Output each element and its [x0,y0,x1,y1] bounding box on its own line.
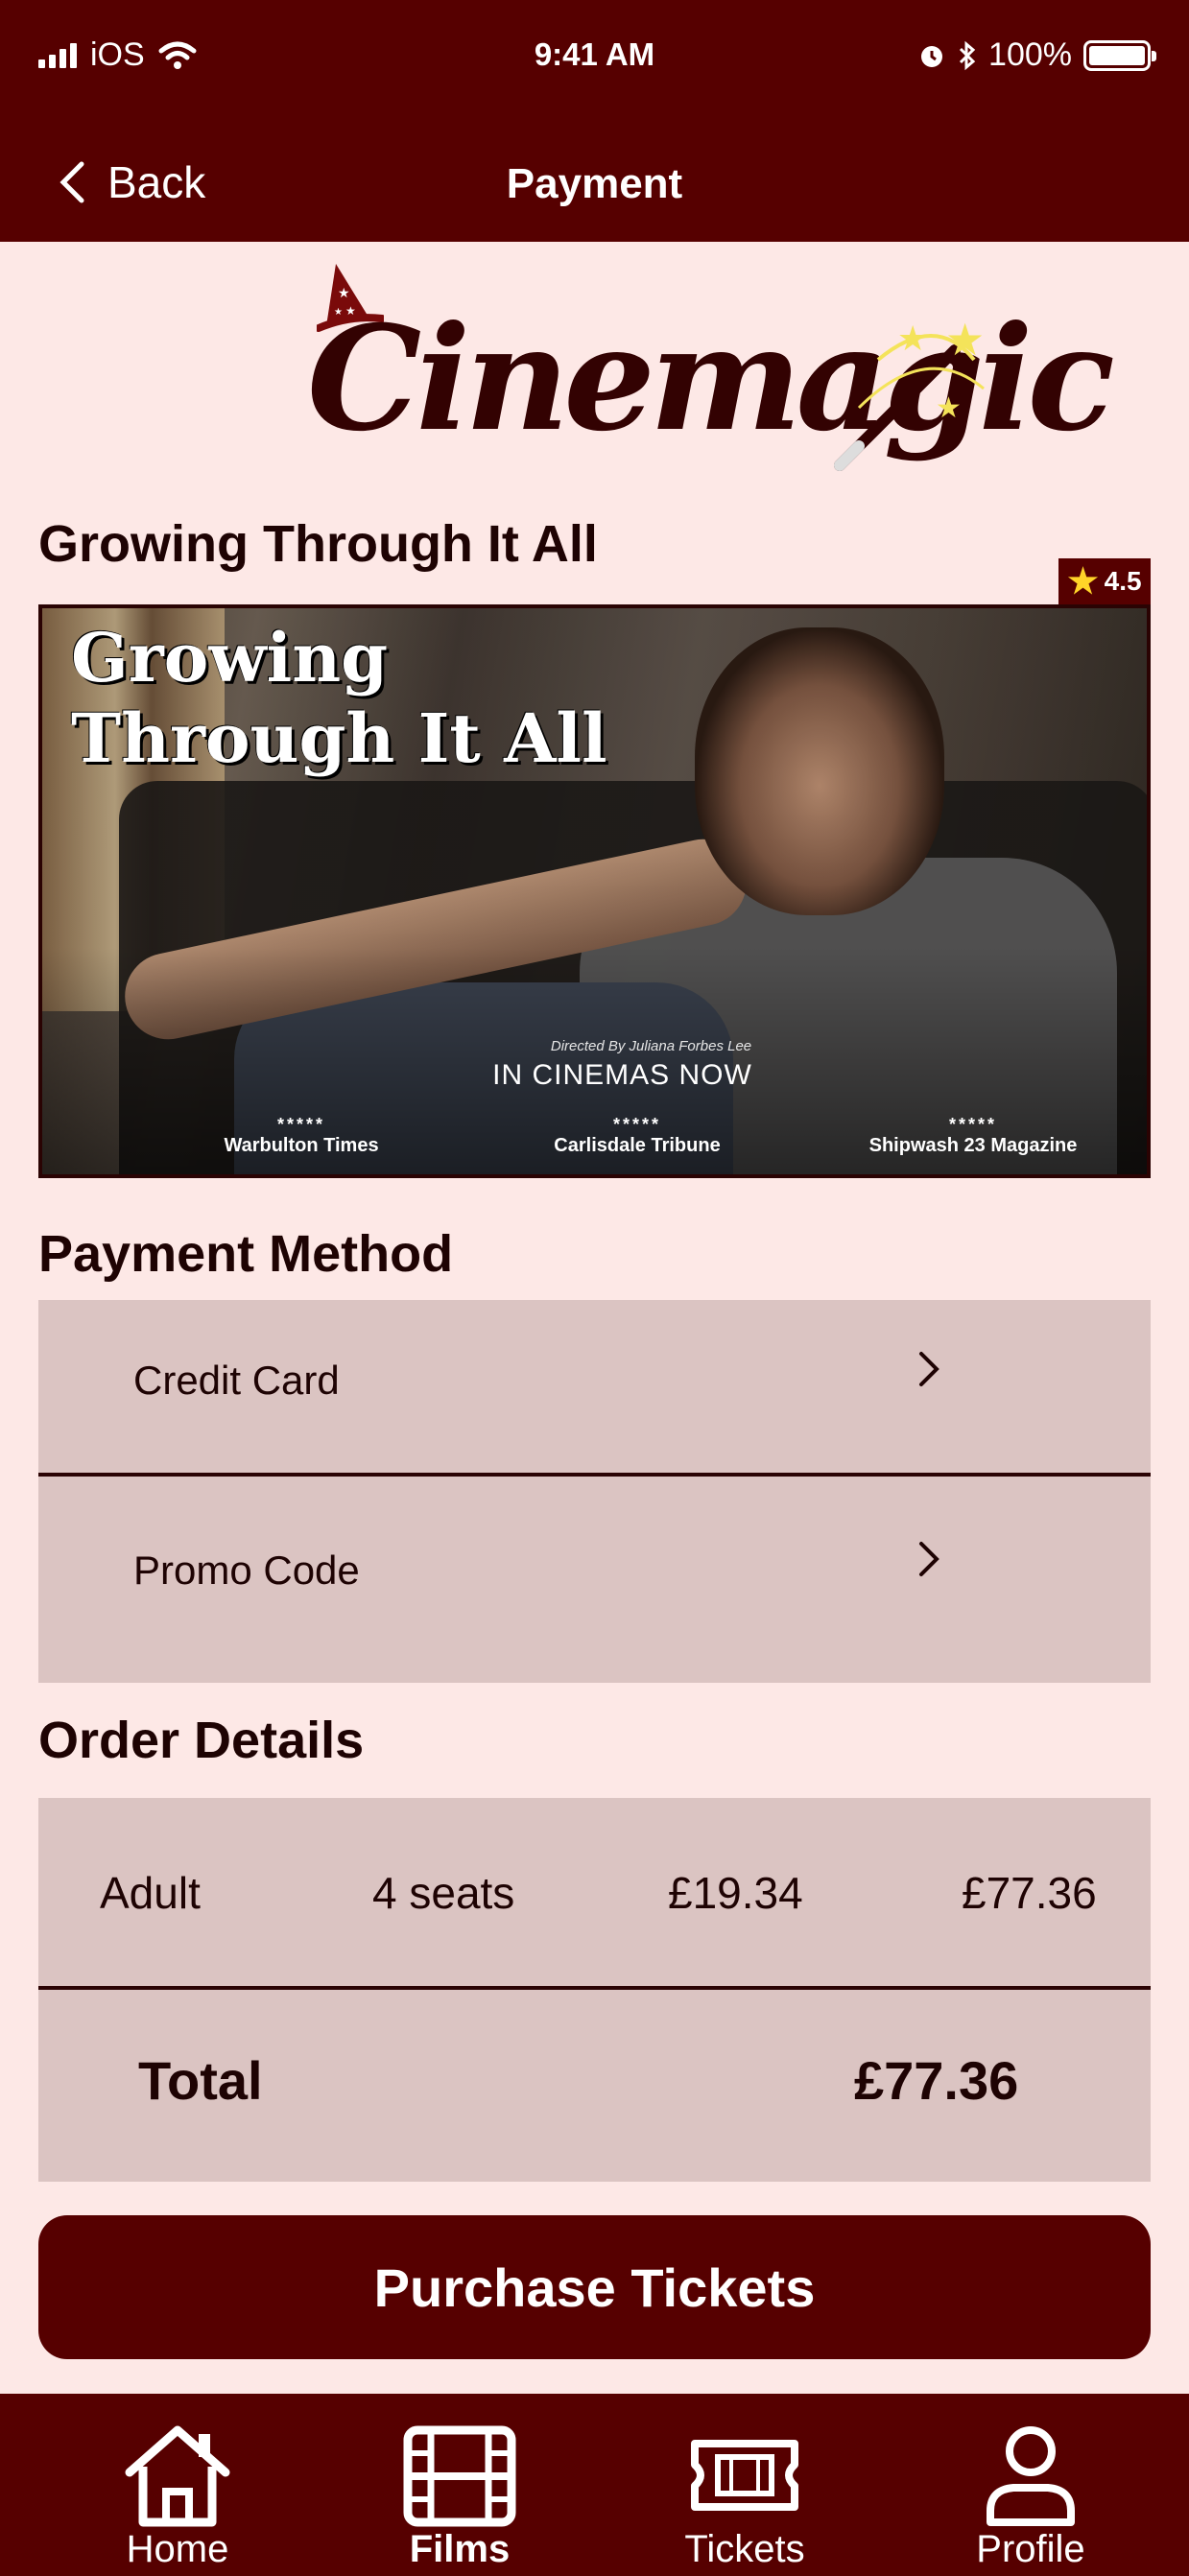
credit-card-option[interactable]: Credit Card [38,1300,1151,1473]
tab-label: Profile [976,2528,1085,2570]
battery-icon [1083,39,1156,71]
payment-method-heading: Payment Method [38,1225,454,1283]
cinemagic-logo: ★ ★ ★ Cinemagic ★ ★ ★ [297,254,1115,494]
tab-tickets[interactable]: Tickets [601,2394,889,2576]
profile-icon [987,2426,1075,2526]
total-value: £77.36 [854,2050,1019,2111]
tab-label: Tickets [684,2528,805,2570]
tab-label: Home [126,2528,229,2570]
line-subtotal: £77.36 [962,1868,1097,1918]
home-icon [125,2425,230,2527]
review-source: Carlisdale Tribune [554,1135,721,1156]
film-poster: Growing Through It All Directed By Julia… [38,604,1151,1178]
film-title: Growing Through It All [38,515,598,573]
review-stars: ***** [948,1115,998,1134]
alarm-icon [921,45,943,67]
order-details-panel: Adult 4 seats £19.34 £77.36 Total £77.36 [38,1798,1151,2182]
review-stars: ***** [612,1115,662,1134]
star-icon: ★ [1067,561,1099,601]
poster-review: ***** Warbulton Times [157,1115,445,1157]
bluetooth-icon [959,40,976,70]
status-bar: iOS 9:41 AM 100% [0,0,1189,120]
divider [38,1986,1151,1990]
tab-label: Films [409,2528,511,2570]
tab-bar: Home Films Tickets Profile [0,2394,1189,2576]
seat-count: 4 seats [372,1868,515,1918]
poster-title-line1: Growing [71,618,389,697]
rating-value: 4.5 [1104,566,1142,596]
svg-text:★: ★ [936,392,962,424]
status-right: 100% [917,36,1156,74]
order-details-heading: Order Details [38,1712,365,1769]
ticket-type: Adult [100,1868,201,1918]
battery-percentage: 100% [988,36,1072,73]
poster-review: ***** Shipwash 23 Magazine [810,1115,1136,1157]
option-label: Credit Card [133,1358,340,1403]
poster-review: ***** Carlisdale Tribune [493,1115,781,1157]
page-title: Payment [506,160,683,207]
payment-method-panel: Credit Card Promo Code [38,1300,1151,1683]
chevron-right-icon [919,1542,939,1576]
review-source: Warbulton Times [224,1135,379,1156]
rating-badge: ★ 4.5 [1058,558,1151,604]
film-icon [403,2425,516,2527]
poster-title-line2: Through It All [71,698,607,778]
tab-home[interactable]: Home [34,2394,321,2576]
review-stars: ***** [276,1115,326,1134]
total-label: Total [138,2050,263,2111]
tab-profile[interactable]: Profile [887,2394,1175,2576]
poster-director: Directed By Juliana Forbes Lee [550,1038,752,1054]
option-label: Promo Code [133,1548,360,1593]
promo-code-option[interactable]: Promo Code [38,1477,1151,1683]
svg-text:★: ★ [945,315,985,365]
poster-tagline: IN CINEMAS NOW [492,1059,752,1091]
navigation-bar: Back Payment [0,120,1189,242]
svg-text:★: ★ [897,319,928,358]
poster-title: Growing Through It All [71,618,607,779]
ticket-icon [691,2440,798,2511]
magic-wand-icon: ★ ★ ★ [834,315,985,471]
review-source: Shipwash 23 Magazine [868,1135,1078,1156]
chevron-right-icon [919,1352,939,1386]
tab-films[interactable]: Films [316,2394,604,2576]
purchase-tickets-button[interactable]: Purchase Tickets [38,2215,1151,2359]
unit-price: £19.34 [668,1868,803,1918]
